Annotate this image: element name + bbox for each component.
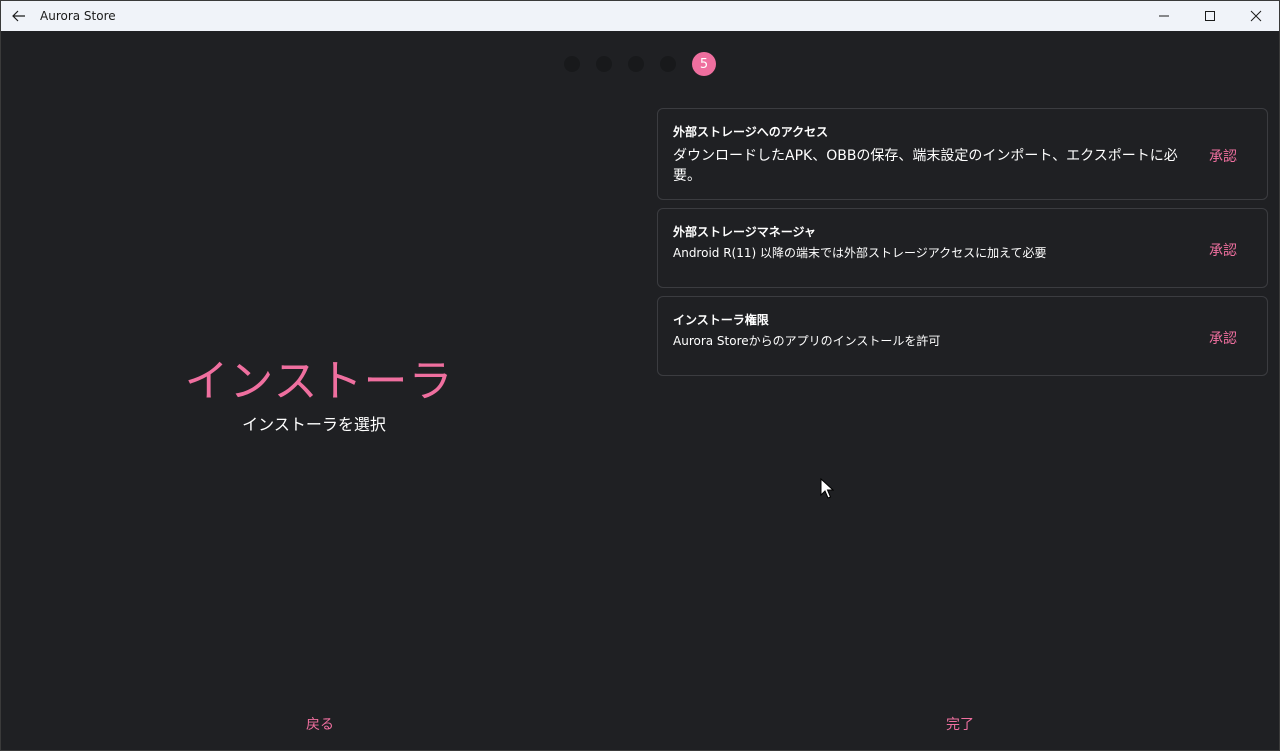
grant-button-installer[interactable]: 承認 <box>1209 328 1237 348</box>
permission-card-storage-manager: 外部ストレージマネージャ Android R(11) 以降の端末では外部ストレー… <box>657 208 1268 288</box>
window-controls <box>1141 1 1279 31</box>
step-dot-1 <box>564 56 580 72</box>
title-bar: Aurora Store <box>1 1 1279 31</box>
mouse-cursor-icon <box>820 477 835 504</box>
window-title: Aurora Store <box>40 9 116 23</box>
app-window: Aurora Store 5 インストーラ インストーラを選択 外部ストレージへ… <box>0 0 1280 751</box>
permission-title: 外部ストレージへのアクセス <box>673 125 829 139</box>
step-dot-2 <box>596 56 612 72</box>
done-button[interactable]: 完了 <box>946 714 974 734</box>
maximize-button[interactable] <box>1187 1 1233 31</box>
step-dot-3 <box>628 56 644 72</box>
step-dot-active: 5 <box>692 52 716 76</box>
back-button[interactable]: 戻る <box>306 714 334 734</box>
minimize-button[interactable] <box>1141 1 1187 31</box>
step-dot-4 <box>660 56 676 72</box>
permission-title: インストーラ権限 <box>673 313 769 327</box>
permission-card-installer: インストーラ権限 Aurora Storeからのアプリのインストールを許可 承認 <box>657 296 1268 376</box>
maximize-icon <box>1205 11 1215 21</box>
permission-title: 外部ストレージマネージャ <box>673 225 816 239</box>
page-title: インストーラ <box>184 356 454 407</box>
page-subtitle: インストーラを選択 <box>242 415 386 434</box>
permission-card-storage-access: 外部ストレージへのアクセス ダウンロードしたAPK、OBBの保存、端末設定のイン… <box>657 108 1268 200</box>
permission-description: ダウンロードしたAPK、OBBの保存、端末設定のインポート、エクスポートに必要。 <box>673 148 1178 184</box>
grant-button-storage-manager[interactable]: 承認 <box>1209 240 1237 260</box>
minimize-icon <box>1159 15 1169 17</box>
close-icon <box>1250 10 1262 22</box>
permission-description: Aurora Storeからのアプリのインストールを許可 <box>673 334 941 348</box>
permission-description: Android R(11) 以降の端末では外部ストレージアクセスに加えて必要 <box>673 246 1047 260</box>
step-indicator: 5 <box>564 52 716 76</box>
grant-button-storage-access[interactable]: 承認 <box>1209 146 1237 166</box>
close-button[interactable] <box>1233 1 1279 31</box>
back-arrow-icon[interactable] <box>1 1 37 31</box>
